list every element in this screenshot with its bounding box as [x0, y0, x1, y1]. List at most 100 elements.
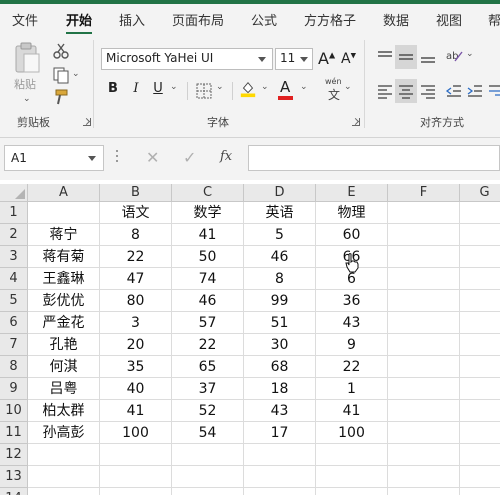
row-header-14[interactable]: 14 — [0, 488, 28, 495]
underline-dropdown-icon[interactable]: ⌄ — [170, 82, 178, 92]
cell-a10[interactable]: 柏太群 — [28, 400, 100, 422]
cell-d8[interactable]: 68 — [244, 356, 316, 378]
cell-g10[interactable] — [460, 400, 500, 422]
cell-f12[interactable] — [388, 444, 460, 466]
cell-g13[interactable] — [460, 466, 500, 488]
cell-d9[interactable]: 18 — [244, 378, 316, 400]
align-middle-icon[interactable] — [397, 48, 415, 66]
cell-d7[interactable]: 30 — [244, 334, 316, 356]
align-left-icon[interactable] — [376, 82, 394, 100]
font-color-dropdown-icon[interactable]: ⌄ — [300, 82, 308, 92]
row-header-7[interactable]: 7 — [0, 334, 28, 356]
align-center-icon[interactable] — [397, 82, 415, 100]
cancel-icon[interactable]: ✕ — [146, 148, 159, 167]
tab-file[interactable]: 文件 — [12, 10, 38, 29]
copy-icon[interactable] — [52, 66, 70, 84]
cell-d11[interactable]: 17 — [244, 422, 316, 444]
cell-g11[interactable] — [460, 422, 500, 444]
cell-e14[interactable] — [316, 488, 388, 495]
decrease-indent-icon[interactable] — [445, 82, 463, 100]
cell-c9[interactable]: 37 — [172, 378, 244, 400]
cell-c10[interactable]: 52 — [172, 400, 244, 422]
cell-c13[interactable] — [172, 466, 244, 488]
phonetic-dropdown-icon[interactable]: ⌄ — [344, 82, 352, 92]
cell-e7[interactable]: 9 — [316, 334, 388, 356]
cell-f6[interactable] — [388, 312, 460, 334]
cell-f3[interactable] — [388, 246, 460, 268]
grow-font-button[interactable]: A▲ — [318, 49, 335, 68]
cell-f14[interactable] — [388, 488, 460, 495]
cell-a4[interactable]: 王鑫琳 — [28, 268, 100, 290]
tab-data[interactable]: 数据 — [383, 10, 409, 29]
cell-d6[interactable]: 51 — [244, 312, 316, 334]
confirm-icon[interactable]: ✓ — [183, 148, 196, 167]
cell-f5[interactable] — [388, 290, 460, 312]
cell-d4[interactable]: 8 — [244, 268, 316, 290]
column-header-g[interactable]: G — [460, 184, 500, 202]
cell-c2[interactable]: 41 — [172, 224, 244, 246]
cell-f10[interactable] — [388, 400, 460, 422]
cell-g9[interactable] — [460, 378, 500, 400]
cell-b11[interactable]: 100 — [100, 422, 172, 444]
align-right-icon[interactable] — [419, 82, 437, 100]
column-header-c[interactable]: C — [172, 184, 244, 202]
cell-g8[interactable] — [460, 356, 500, 378]
cell-d1[interactable]: 英语 — [244, 202, 316, 224]
cell-b2[interactable]: 8 — [100, 224, 172, 246]
cell-c14[interactable] — [172, 488, 244, 495]
row-header-5[interactable]: 5 — [0, 290, 28, 312]
cell-c6[interactable]: 57 — [172, 312, 244, 334]
cell-f7[interactable] — [388, 334, 460, 356]
cell-a3[interactable]: 蒋有菊 — [28, 246, 100, 268]
cell-c1[interactable]: 数学 — [172, 202, 244, 224]
cell-b12[interactable] — [100, 444, 172, 466]
font-launcher-icon[interactable] — [352, 118, 360, 126]
cell-e5[interactable]: 36 — [316, 290, 388, 312]
name-box-dropdown-icon[interactable] — [88, 156, 96, 161]
cell-b13[interactable] — [100, 466, 172, 488]
font-name-combo[interactable]: Microsoft YaHei UI — [101, 48, 273, 70]
row-header-1[interactable]: 1 — [0, 202, 28, 224]
shrink-font-button[interactable]: A▼ — [341, 51, 356, 67]
cell-e9[interactable]: 1 — [316, 378, 388, 400]
tab-home[interactable]: 开始 — [66, 10, 93, 35]
cell-e1[interactable]: 物理 — [316, 202, 388, 224]
cell-c3[interactable]: 50 — [172, 246, 244, 268]
phonetic-guide-button[interactable]: 文 — [328, 86, 340, 103]
row-header-8[interactable]: 8 — [0, 356, 28, 378]
row-header-2[interactable]: 2 — [0, 224, 28, 246]
cell-c11[interactable]: 54 — [172, 422, 244, 444]
cell-d5[interactable]: 99 — [244, 290, 316, 312]
align-top-icon[interactable] — [376, 48, 394, 66]
orientation-dropdown-icon[interactable]: ⌄ — [466, 49, 474, 59]
font-color-button[interactable]: A — [280, 78, 290, 96]
cell-b14[interactable] — [100, 488, 172, 495]
cell-a7[interactable]: 孔艳 — [28, 334, 100, 356]
cell-b10[interactable]: 41 — [100, 400, 172, 422]
cell-e10[interactable]: 41 — [316, 400, 388, 422]
cell-a5[interactable]: 彭优优 — [28, 290, 100, 312]
fill-color-icon[interactable] — [239, 80, 257, 98]
cell-g12[interactable] — [460, 444, 500, 466]
column-header-d[interactable]: D — [244, 184, 316, 202]
cell-f4[interactable] — [388, 268, 460, 290]
cell-d3[interactable]: 46 — [244, 246, 316, 268]
border-icon[interactable] — [195, 82, 213, 100]
cell-a6[interactable]: 严金花 — [28, 312, 100, 334]
row-header-10[interactable]: 10 — [0, 400, 28, 422]
italic-button[interactable]: I — [128, 81, 144, 96]
cell-f8[interactable] — [388, 356, 460, 378]
cell-b5[interactable]: 80 — [100, 290, 172, 312]
cell-f1[interactable] — [388, 202, 460, 224]
column-header-a[interactable]: A — [28, 184, 100, 202]
underline-button[interactable]: U — [150, 81, 166, 96]
cell-f11[interactable] — [388, 422, 460, 444]
row-header-6[interactable]: 6 — [0, 312, 28, 334]
cell-b1[interactable]: 语文 — [100, 202, 172, 224]
cell-d2[interactable]: 5 — [244, 224, 316, 246]
column-header-f[interactable]: F — [388, 184, 460, 202]
cell-a11[interactable]: 孙高彭 — [28, 422, 100, 444]
cell-a13[interactable] — [28, 466, 100, 488]
drag-handle-icon[interactable] — [116, 150, 119, 166]
cell-b6[interactable]: 3 — [100, 312, 172, 334]
